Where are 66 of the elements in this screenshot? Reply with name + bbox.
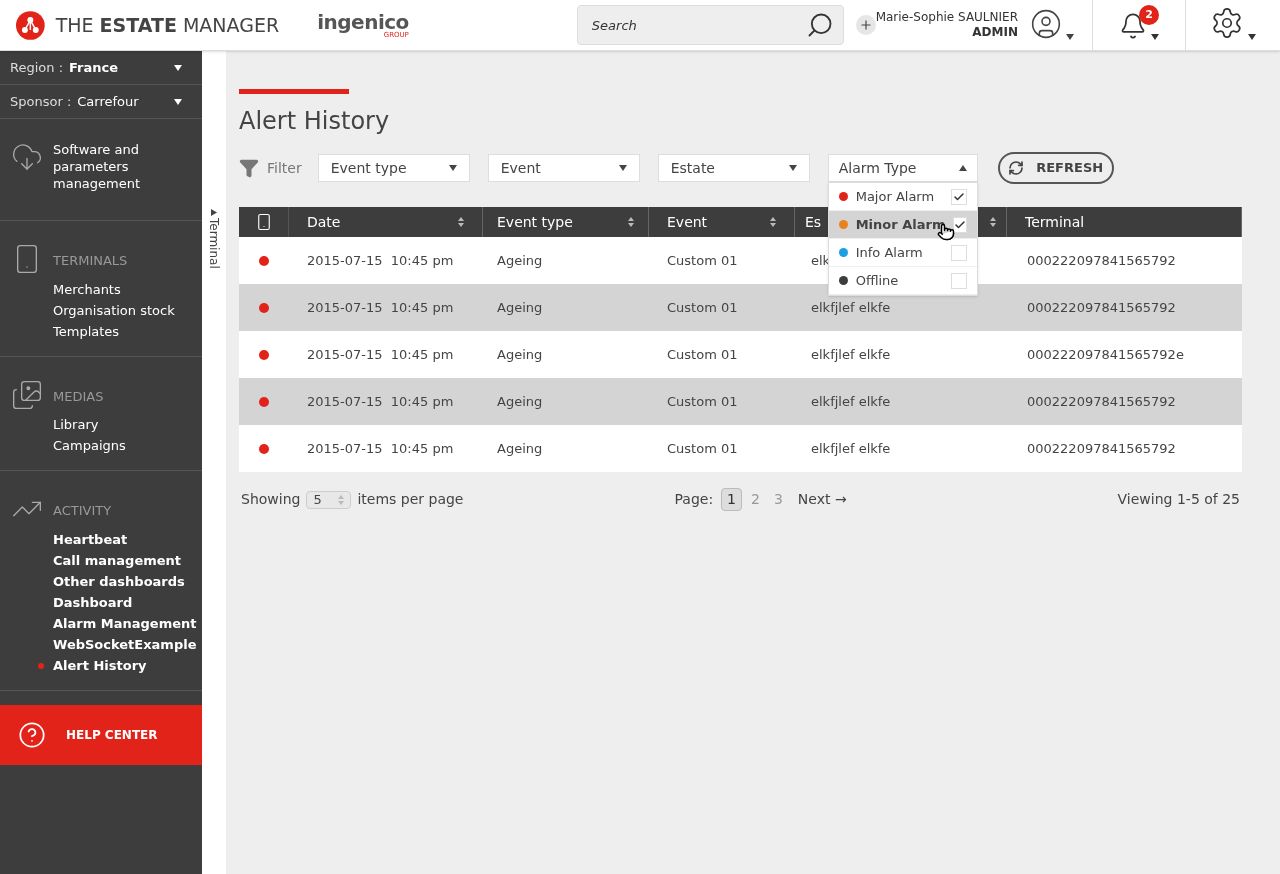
dropdown-option[interactable]: Offline <box>828 267 977 295</box>
table-cell: 000222097841565792e <box>1027 346 1184 362</box>
table-cell: 2015-07-15 10:45 pm <box>307 346 454 362</box>
search-field[interactable]: Search <box>576 5 844 45</box>
filter-dropdown[interactable]: Estate <box>657 154 810 182</box>
sidebar-link[interactable]: Call management <box>53 549 197 571</box>
table-cell: elkfjlef elkfe <box>811 440 891 456</box>
sidebar-link[interactable]: Organisation stock <box>53 299 175 321</box>
table-cell: Custom 01 <box>667 252 738 268</box>
section-heading: ACTIVITY <box>53 502 113 520</box>
sidebar-link[interactable]: Software and parameters management <box>53 141 163 192</box>
sidebar-link[interactable]: Alert History <box>53 654 197 676</box>
sidebar-link[interactable]: Heartbeat <box>53 528 197 550</box>
table-cell: Custom 01 <box>667 299 738 315</box>
table-cell: Ageing <box>497 252 543 268</box>
table-cell: 000222097841565792 <box>1027 299 1176 315</box>
filter-dropdown[interactable]: Event <box>487 154 640 182</box>
per-page-label: items per page <box>357 490 464 509</box>
page-title: Alert History <box>239 106 391 137</box>
sidebar-link[interactable]: Library <box>53 414 126 435</box>
sidebar-link[interactable]: WebSocketExample <box>53 633 197 655</box>
sidebar-link[interactable]: Alarm Management <box>53 612 197 634</box>
per-page-select[interactable]: 5 <box>306 490 352 509</box>
page-label: Page: <box>674 490 714 509</box>
table-cell: Ageing <box>497 440 543 456</box>
filter-label: Filter <box>267 158 302 178</box>
section-heading: TERMINALS <box>53 252 129 270</box>
table-cell: 2015-07-15 10:45 pm <box>307 252 454 268</box>
next-page-link[interactable]: Next → <box>797 489 847 510</box>
viewing-count: Viewing 1-5 of 25 <box>1117 490 1240 509</box>
table-cell: Ageing <box>497 299 543 315</box>
filter-dropdown[interactable]: Event type <box>317 154 470 182</box>
table-cell: Custom 01 <box>667 440 738 456</box>
table-cell: Ageing <box>497 346 543 362</box>
showing-label: Showing <box>241 490 301 509</box>
notification-badge: 2 <box>1139 5 1159 25</box>
user-name: Marie-Sophie SAULNIER <box>875 10 1018 25</box>
sidebar-link[interactable]: Merchants <box>53 278 175 300</box>
sidebar-link[interactable]: Dashboard <box>53 591 197 613</box>
table-cell: elkfjlef elkfe <box>811 299 891 315</box>
page-button[interactable]: 1 <box>721 488 742 511</box>
dropdown-option[interactable]: Info Alarm <box>828 239 977 267</box>
app-title: THE ESTATE MANAGER <box>55 12 280 38</box>
table-cell: 000222097841565792 <box>1027 393 1176 409</box>
table-cell: Ageing <box>497 393 543 409</box>
alarm-type-dropdown[interactable]: Alarm Type <box>827 154 978 182</box>
sidebar-link[interactable]: Campaigns <box>53 435 126 456</box>
table-cell: elkfjlef elkfe <box>811 393 891 409</box>
help-center-button[interactable]: HELP CENTER <box>0 704 202 765</box>
notifications-button[interactable]: 2 <box>1093 0 1186 50</box>
table-cell: 000222097841565792 <box>1027 252 1176 268</box>
sidebar-link[interactable]: Templates <box>53 320 175 342</box>
terminal-side-tab-label[interactable]: Terminal <box>205 218 223 269</box>
partner-logo-text: ingenico <box>317 11 409 32</box>
refresh-button[interactable]: REFRESH <box>997 152 1114 184</box>
table-cell: elkfjlef elkfe <box>811 346 891 362</box>
table-cell: 000222097841565792 <box>1027 440 1176 456</box>
table-cell: 2015-07-15 10:45 pm <box>307 440 454 456</box>
table-cell: 2015-07-15 10:45 pm <box>307 393 454 409</box>
section-heading: MEDIAS <box>53 387 105 406</box>
user-role: ADMIN <box>972 25 1018 40</box>
table-cell: 2015-07-15 10:45 pm <box>307 299 454 315</box>
table-cell: Custom 01 <box>667 393 738 409</box>
table-cell: elk <box>811 252 831 268</box>
sidebar-link[interactable]: Other dashboards <box>53 570 197 592</box>
table-cell: Custom 01 <box>667 346 738 362</box>
